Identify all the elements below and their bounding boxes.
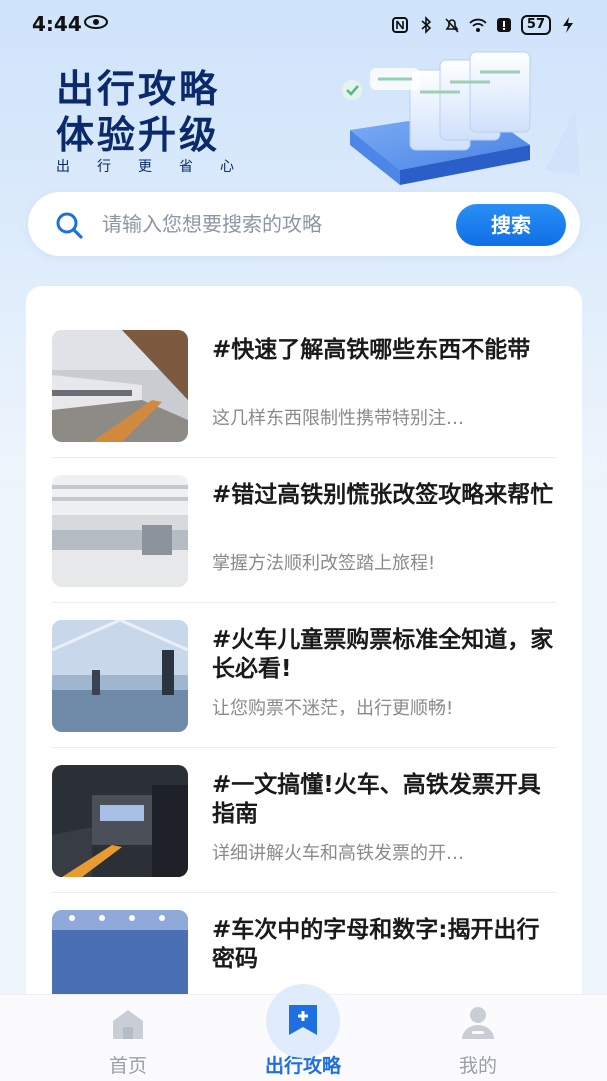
guide-tab-highlight[interactable] — [266, 984, 340, 1058]
status-icons: 57 — [391, 12, 577, 38]
bookmark-plus-icon — [289, 1005, 317, 1035]
hero-title-line2: 体验升级 — [56, 113, 221, 157]
divider — [52, 892, 556, 893]
alert-icon — [496, 18, 511, 32]
article-title: #车次中的字母和数字:揭开出行密码 — [212, 917, 540, 972]
article-title: #火车儿童票购票标准全知道，家长必看! — [212, 627, 554, 682]
article-thumbnail — [52, 620, 188, 732]
eye-icon — [84, 15, 108, 29]
list-item[interactable]: #火车儿童票购票标准全知道，家长必看! 让您购票不迷茫，出行更顺畅! — [52, 620, 556, 765]
tab-mine[interactable]: 我的 — [418, 995, 538, 1081]
wifi-icon — [469, 18, 487, 32]
tab-home-label: 首页 — [108, 1055, 147, 1077]
article-desc: 掌握方法顺利改签踏上旅程! — [212, 553, 436, 574]
article-desc: 详细讲解火车和高铁发票的开… — [212, 843, 464, 864]
list-item[interactable]: #错过高铁别慌张改签攻略来帮忙 掌握方法顺利改签踏上旅程! — [52, 475, 556, 620]
search-bar: 请输入您想要搜索的攻略 搜索 — [28, 192, 580, 256]
article-thumbnail — [52, 330, 188, 442]
tab-mine-label: 我的 — [458, 1055, 497, 1077]
article-title: #一文搞懂!火车、高铁发票开具指南 — [212, 772, 541, 827]
bluetooth-icon — [421, 16, 432, 34]
list-item[interactable]: #一文搞懂!火车、高铁发票开具指南 详细讲解火车和高铁发票的开… — [52, 765, 556, 910]
search-input[interactable]: 请输入您想要搜索的攻略 — [102, 210, 322, 238]
nfc-icon — [391, 17, 408, 33]
status-bar: 4:44 57 — [0, 0, 607, 50]
article-list: #快速了解高铁哪些东西不能带 这几样东西限制性携带特别注… #错过高铁别慌张改签… — [26, 286, 582, 1026]
home-icon — [113, 1010, 143, 1039]
hero-title-line1: 出行攻略 — [56, 67, 221, 111]
charging-icon — [563, 17, 573, 33]
mute-icon — [445, 18, 459, 33]
article-desc: 这几样东西限制性携带特别注… — [212, 408, 464, 429]
status-time: 4:44 — [32, 12, 82, 36]
tab-home[interactable]: 首页 — [68, 995, 188, 1081]
divider — [52, 457, 556, 458]
article-desc: 让您购票不迷茫，出行更顺畅! — [212, 698, 454, 719]
article-thumbnail — [52, 475, 188, 587]
article-thumbnail — [52, 765, 188, 877]
divider — [52, 602, 556, 603]
search-icon — [56, 212, 83, 239]
list-item[interactable]: #快速了解高铁哪些东西不能带 这几样东西限制性携带特别注… — [52, 330, 556, 475]
hero-subtitle: 出行更省心 — [56, 159, 261, 175]
document-illustration-icon — [342, 51, 580, 185]
divider — [52, 747, 556, 748]
hero-title: 出行攻略 体验升级 — [56, 66, 220, 158]
user-icon — [462, 1007, 494, 1039]
search-button[interactable]: 搜索 — [456, 204, 566, 246]
article-title: #快速了解高铁哪些东西不能带 — [212, 337, 531, 363]
article-title: #错过高铁别慌张改签攻略来帮忙 — [212, 482, 554, 508]
battery-level: 57 — [520, 15, 551, 35]
